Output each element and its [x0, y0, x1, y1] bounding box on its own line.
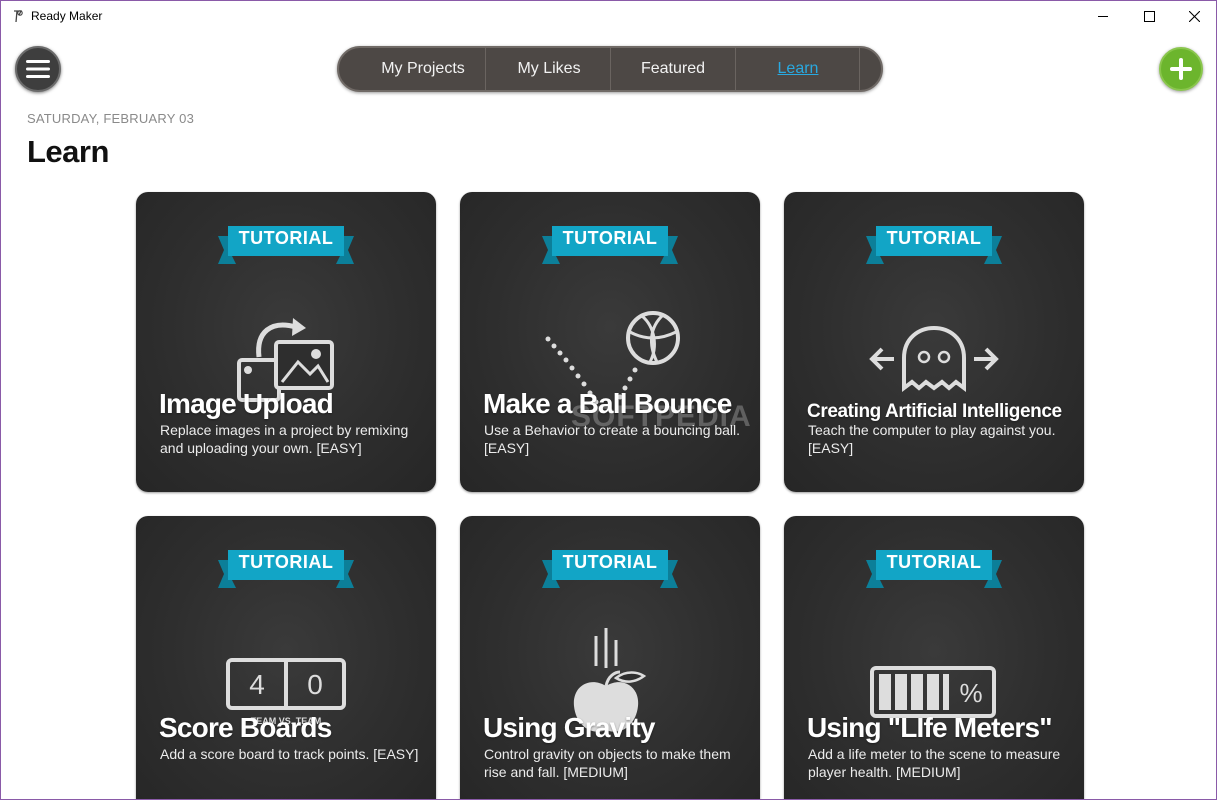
meter-symbol: % — [959, 678, 982, 708]
watermark: SOFTPEDIA — [571, 400, 752, 433]
card-title: Image Upload — [159, 388, 334, 419]
score-home: 4 — [249, 669, 265, 700]
title-bar: Ready Maker — [1, 1, 1216, 32]
menu-button[interactable] — [15, 46, 61, 92]
main-nav: My Projects My Likes Featured Learn — [337, 46, 883, 92]
score-away: 0 — [307, 669, 323, 700]
card-title: Creating Artificial Intelligence — [807, 401, 1062, 422]
card-title: Using Gravity — [483, 712, 655, 743]
tab-learn[interactable]: Learn — [736, 48, 860, 90]
tutorial-card-ball-bounce[interactable]: TUTORIAL Make a Ball Bounce Use a Behavi… — [460, 192, 760, 492]
nav-divider — [485, 48, 486, 90]
tab-featured[interactable]: Featured — [611, 48, 735, 90]
plus-icon — [1170, 58, 1192, 80]
app-window: Ready Maker My Projects My Likes Feature… — [0, 0, 1217, 800]
card-description: Control gravity on objects to make them … — [484, 746, 731, 780]
hamburger-icon — [26, 60, 50, 78]
tutorial-card-image-upload[interactable]: TUTORIAL Image Upload Replace images in … — [136, 192, 436, 492]
tutorial-card-using-gravity[interactable]: TUTORIAL Using Gravity Control gravity o… — [460, 516, 760, 799]
tab-my-projects[interactable]: My Projects — [361, 48, 485, 90]
tutorial-card-artificial-intelligence[interactable]: TUTORIAL Creating Artificial Intelligenc… — [784, 192, 1084, 492]
card-title: Score Boards — [159, 712, 332, 743]
card-title: Using "LIfe Meters" — [807, 712, 1053, 743]
close-button[interactable] — [1171, 1, 1216, 32]
card-description: Teach the computer to play against you. … — [808, 422, 1056, 456]
tab-my-likes[interactable]: My Likes — [487, 48, 611, 90]
minimize-icon — [1097, 16, 1108, 17]
close-icon — [1188, 11, 1200, 22]
add-project-button[interactable] — [1159, 47, 1203, 91]
app-logo-icon — [14, 10, 23, 23]
card-description: Add a score board to track points. [EASY… — [160, 746, 419, 762]
tutorial-card-life-meters[interactable]: TUTORIAL % Using "LIfe Meters" Add a lif… — [784, 516, 1084, 799]
maximize-button[interactable] — [1126, 1, 1172, 32]
tutorial-card-score-boards[interactable]: TUTORIAL 4 0 TEAM VS. TEAM Score Boards … — [136, 516, 436, 799]
window-title: Ready Maker — [31, 9, 103, 23]
date-label: SATURDAY, FEBRUARY 03 — [27, 111, 194, 126]
card-description: Replace images in a project by remixing … — [160, 422, 409, 456]
minimize-button[interactable] — [1080, 1, 1126, 32]
maximize-icon — [1143, 11, 1155, 22]
page-title: Learn — [27, 134, 109, 169]
card-description: Add a life meter to the scene to measure… — [808, 746, 1061, 780]
